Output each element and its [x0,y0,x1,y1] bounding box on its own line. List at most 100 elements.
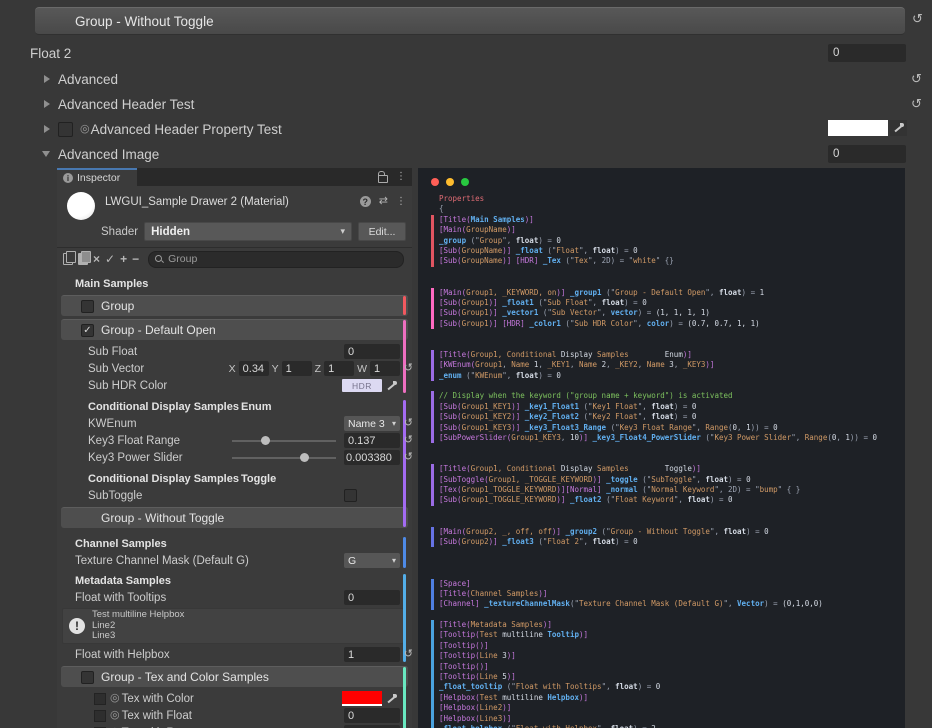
search-input[interactable]: Group [148,251,404,268]
shader-row: Shader Hidden ▾ Edit... [57,220,412,245]
section-conditional-enum: Conditional Display Samples Enum [57,399,412,415]
info-icon: i [63,173,73,183]
revert-icon[interactable] [404,648,412,661]
chevron-down-icon: ▾ [340,226,345,237]
tex-with-float-field[interactable]: 0 [344,708,400,723]
texture-channel-mask-label: Texture Channel Mask (Default G) [57,555,344,567]
color-swatch-white[interactable] [828,120,888,136]
code-block: [Title(Metadata Samples)][Tooltip(Test m… [431,620,905,728]
hdr-color-swatch[interactable]: HDR [342,379,382,392]
conditional-block: Conditional Display Samples Enum KWEnum … [57,399,412,528]
sub-hdr-color-label: Sub HDR Color [57,380,342,392]
kwenum-dropdown[interactable]: Name 3 ▾ [344,416,400,431]
group-toggle-checkbox[interactable]: ✓ [81,324,94,337]
reset-icon[interactable] [911,72,922,85]
code-line: [Sub(Group1_KEY3)] _key3_Float3_Range ("… [439,423,905,433]
group-default-open-header-bar[interactable]: ✓ Group - Default Open [61,319,408,340]
revert-icon[interactable] [404,434,412,447]
tex-with-color-label: Tex with Color [120,693,342,705]
paste-icon[interactable] [78,253,88,265]
advanced-header-test-foldout-row[interactable]: Advanced Header Test [0,94,932,114]
eyedropper-button[interactable] [890,120,907,136]
group-bar-label: Group [101,299,134,313]
help-icon[interactable]: ? [360,196,371,207]
advanced-foldout-row[interactable]: Advanced [0,69,932,89]
group-without-toggle-bar[interactable]: Group - Without Toggle [61,507,408,528]
revert-icon[interactable] [404,417,412,430]
reset-icon[interactable] [911,97,922,110]
axis-y-label: Y [272,363,279,375]
group-tex-color-samples-bar[interactable]: Group - Tex and Color Samples [61,666,408,687]
edit-shader-button[interactable]: Edit... [358,222,406,241]
material-header: LWGUI_Sample Drawer 2 (Material) ? [57,186,412,220]
group-toggle-checkbox[interactable] [81,300,94,313]
slider-knob[interactable] [300,453,309,462]
sub-vector-label: Sub Vector [57,363,200,375]
code-line: [Sub(Group1)] _vector1 ("Sub Vector", ve… [439,308,905,318]
group-header-bar[interactable]: Group [61,295,408,316]
vector-z-field[interactable]: 1 [324,361,354,376]
key3-float-range-slider[interactable] [232,440,336,442]
metadata-block: Metadata Samples Float with Tooltips 0 !… [57,573,412,663]
group-without-toggle-header-bar[interactable]: Group - Without Toggle [35,7,905,35]
key3-float-range-field[interactable]: 0.137 [344,433,400,448]
vector-x-field[interactable]: 0.34 [239,361,269,376]
sub-float-field[interactable]: 0 [344,344,400,359]
code-line: [Sub(GroupName)] [HDR] _Tex ("Tex", 2D) … [439,256,905,266]
kebab-menu-icon[interactable] [396,197,406,207]
material-preview-sphere[interactable] [67,192,95,220]
group-toggle-checkbox[interactable] [81,671,94,684]
code-line: [SubPowerSlider(Group1_KEY3, 10)] _key3_… [439,433,905,443]
slider-knob[interactable] [261,436,270,445]
texture-channel-mask-dropdown[interactable]: G ▾ [344,553,400,568]
channel-block: Channel Samples Texture Channel Mask (De… [57,536,412,569]
advanced-image-foldout-row[interactable]: Advanced Image 0 [0,144,932,164]
advanced-header-property-test-row[interactable]: Advanced Header Property Test [0,119,932,139]
property-checkbox[interactable] [58,122,73,137]
eyedropper-button[interactable] [384,378,400,393]
minimize-window-icon[interactable] [446,178,454,186]
kwenum-value: Name 3 [348,418,385,430]
subtoggle-checkbox[interactable] [344,489,357,502]
close-window-icon[interactable] [431,178,439,186]
group-without-toggle-label: Group - Without Toggle [61,511,224,525]
search-text: Group [168,253,197,265]
revert-icon[interactable] [404,451,412,464]
shader-dropdown[interactable]: Hidden ▾ [144,222,352,241]
float2-value-field[interactable]: 0 [828,44,906,62]
vector-w-field[interactable]: 1 [370,361,400,376]
conditional-enum-kind: Enum [241,401,272,413]
code-line: [Sub(Group1)] _float1 ("Sub Float", floa… [439,298,905,308]
texture-thumbnail[interactable] [94,693,106,705]
checkmark-icon[interactable]: ✓ [105,253,115,265]
code-line: [Tooltip()] [439,662,905,672]
color-swatch-red[interactable] [342,691,382,706]
copy-icon[interactable] [63,253,73,265]
reset-icon[interactable] [912,12,923,25]
float-tooltips-field[interactable]: 0 [344,590,400,605]
key3-power-slider[interactable] [232,457,336,459]
section-channel-samples: Channel Samples [57,536,412,552]
maximize-window-icon[interactable] [461,178,469,186]
advanced-image-value-field[interactable]: 0 [828,145,906,163]
kebab-menu-icon[interactable] [396,172,406,182]
float-helpbox-field[interactable]: 1 [344,647,400,662]
foldout-collapsed-icon[interactable] [44,125,50,133]
texture-thumbnail[interactable] [94,710,106,722]
remove-icon[interactable]: − [132,253,139,265]
key3-power-slider-label: Key3 Power Slider [57,452,232,464]
inspector-tabbar: i Inspector [57,168,412,186]
revert-icon[interactable] [404,362,412,375]
tab-inspector[interactable]: i Inspector [57,168,137,186]
preset-icon[interactable] [379,196,388,207]
lock-icon[interactable] [378,175,388,183]
eyedropper-button[interactable] [384,691,400,706]
code-header: Properties{ [431,194,905,215]
vector-y-field[interactable]: 1 [282,361,312,376]
expand-add-icon[interactable]: + [120,253,127,265]
key3-power-slider-field[interactable]: 0.003380 [344,450,400,465]
collapse-icon[interactable]: × [93,253,100,265]
foldout-expanded-icon[interactable] [42,151,50,157]
sub-hdr-color-row: Sub HDR Color HDR [57,377,412,394]
advanced-header-property-test-label: Advanced Header Property Test [90,122,282,137]
